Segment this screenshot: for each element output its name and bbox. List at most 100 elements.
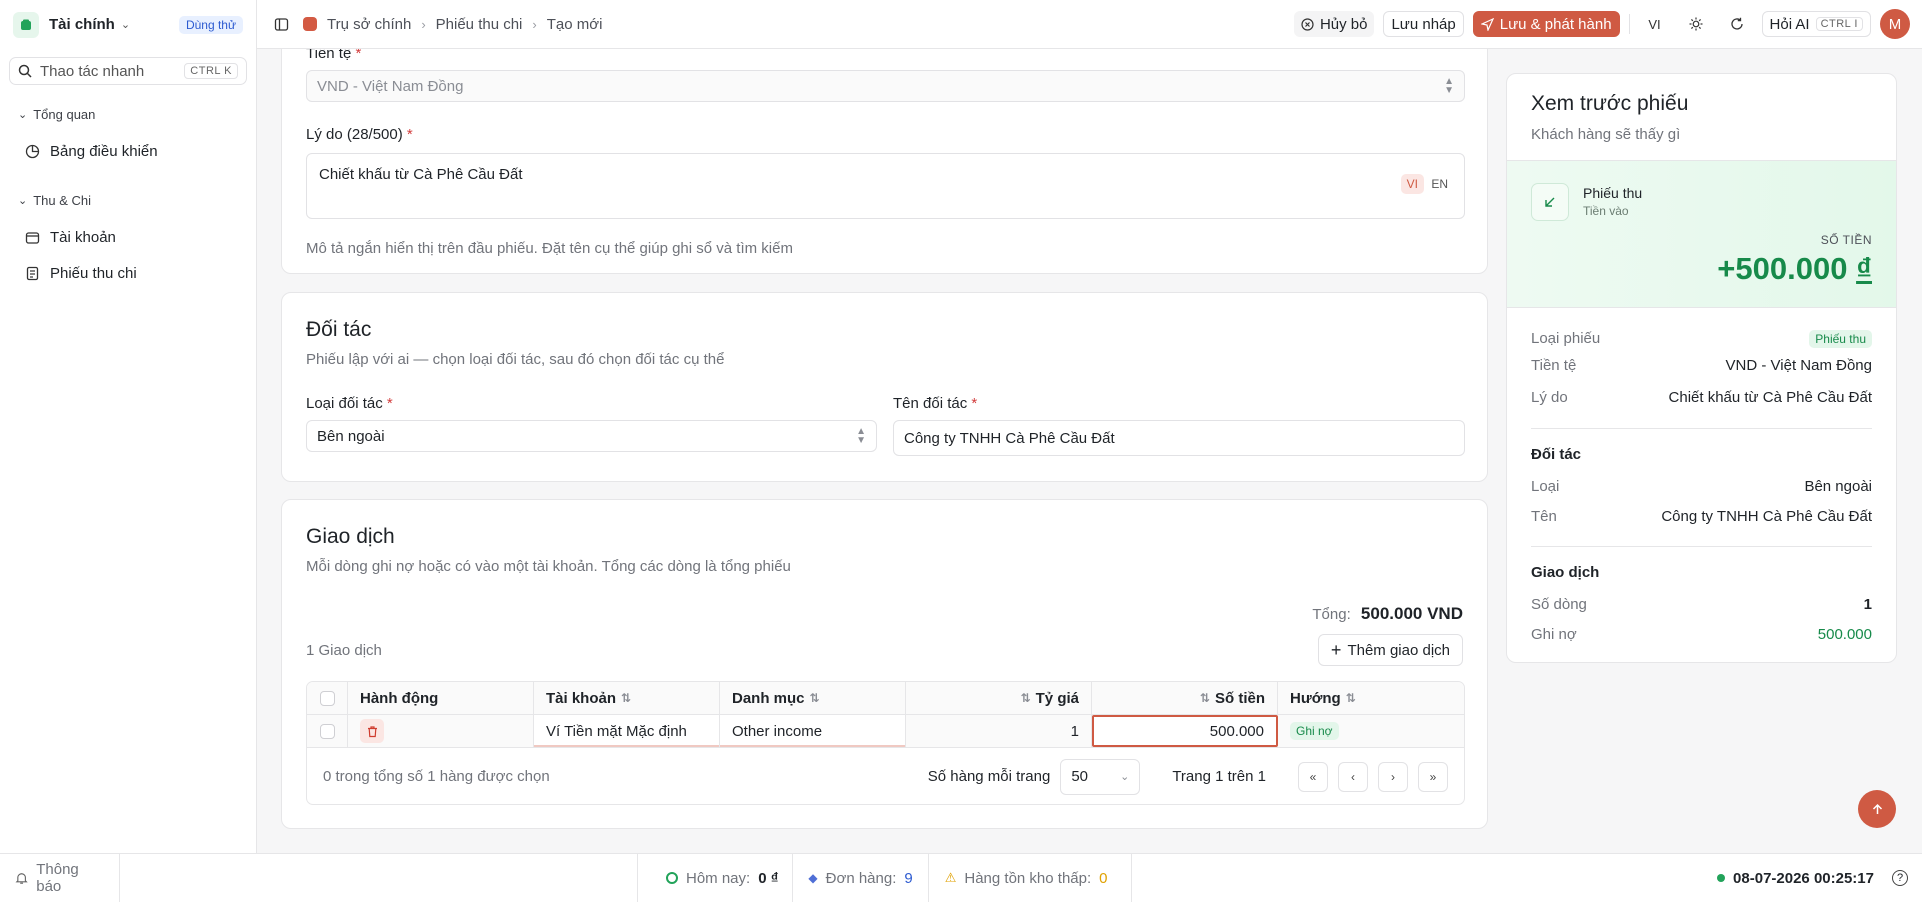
row-direction-cell[interactable]: Ghi nợ: [1278, 715, 1464, 747]
add-transaction-button[interactable]: + Thêm giao dịch: [1317, 634, 1463, 666]
breadcrumb-item-branch[interactable]: Trụ sở chính: [327, 16, 411, 33]
select-all-cell: [307, 682, 348, 714]
breadcrumb: Trụ sở chính › Phiếu thu chi › Tạo mới: [303, 16, 602, 33]
col-amount[interactable]: ⇅ Số tiền: [1092, 682, 1278, 714]
sidebar-group-toggle-overview[interactable]: ⌄ Tổng quan: [0, 103, 256, 125]
divider: [1628, 14, 1630, 34]
ask-ai-shortcut: CTRL I: [1815, 17, 1863, 31]
row-amount-input[interactable]: 500.000: [1092, 715, 1278, 747]
search-icon: [18, 64, 32, 78]
sort-icon: ⇅: [809, 691, 820, 705]
warning-icon: ⚠: [944, 870, 957, 885]
delete-row-button[interactable]: [360, 719, 384, 743]
preview-row-debit: Ghi nợ 500.000: [1531, 626, 1872, 643]
publish-button[interactable]: Lưu & phát hành: [1472, 11, 1620, 37]
breadcrumb-item-vouchers[interactable]: Phiếu thu chi: [436, 16, 523, 33]
ask-ai-label: Hỏi AI: [1769, 15, 1810, 33]
notifications-label: Thông báo: [36, 861, 79, 895]
publish-label: Lưu & phát hành: [1499, 15, 1612, 33]
preview-tx-section: Giao dịch: [1531, 564, 1600, 581]
partner-title: Đối tác: [306, 318, 372, 341]
quick-action-shortcut: CTRL K: [184, 63, 238, 79]
transactions-title: Giao dịch: [306, 525, 395, 548]
main-content: Tiền tệ * VND - Việt Nam Đồng ▲ ▼ Lý do (…: [257, 49, 1497, 853]
table-footer: 0 trong tổng số 1 hàng được chọn Số hàng…: [307, 748, 1464, 804]
col-rate[interactable]: ⇅ Tỷ giá: [906, 682, 1092, 714]
col-account[interactable]: Tài khoản ⇅: [534, 682, 720, 714]
ask-ai-button[interactable]: Hỏi AI CTRL I: [1761, 11, 1871, 37]
sidebar-group-title: Tổng quan: [33, 106, 96, 122]
sidebar-item-label: Tài khoản: [50, 228, 116, 246]
lang-toggle-vi[interactable]: VI: [1400, 174, 1424, 194]
save-draft-button[interactable]: Lưu nháp: [1383, 11, 1464, 37]
col-category[interactable]: Danh mục ⇅: [720, 682, 906, 714]
transactions-card: Giao dịch Mỗi dòng ghi nợ hoặc có vào mộ…: [281, 499, 1488, 829]
chevron-updown-icon: ▲ ▼: [1444, 76, 1454, 96]
sidebar-toggle-icon[interactable]: [274, 17, 289, 32]
amount-label: SỐ TIỀN: [1820, 233, 1872, 247]
col-action: Hành động: [348, 682, 534, 714]
row-checkbox[interactable]: [319, 723, 335, 739]
cancel-button[interactable]: Hủy bỏ: [1293, 11, 1375, 37]
partner-name-input[interactable]: Công ty TNHH Cà Phê Cầu Đất: [893, 420, 1465, 456]
sidebar-group-income-expense: ⌄ Thu & Chi Tài khoản Phiếu thu chi: [0, 189, 256, 291]
basket-icon: ◆: [808, 871, 818, 885]
avatar[interactable]: M: [1880, 9, 1910, 39]
help-icon[interactable]: ?: [1892, 870, 1908, 886]
topbar-actions: Hủy bỏ Lưu nháp Lưu & phát hành VI Hỏi A…: [1293, 9, 1910, 39]
general-info-card: Tiền tệ * VND - Việt Nam Đồng ▲ ▼ Lý do (…: [281, 49, 1488, 274]
datetime: 08-07-2026 00:25:17: [1733, 869, 1874, 887]
first-page-button[interactable]: «: [1298, 761, 1328, 792]
preview-row-reason: Lý do Chiết khấu từ Cà Phê Cầu Đất: [1531, 389, 1872, 406]
sun-icon[interactable]: [1680, 11, 1712, 37]
partner-card: Đối tác Phiếu lập với ai — chọn loại đối…: [281, 292, 1488, 482]
sidebar-group-overview: ⌄ Tổng quan Bảng điều khiển: [0, 103, 256, 169]
trash-icon: [367, 725, 377, 737]
sidebar-item-vouchers[interactable]: Phiếu thu chi: [0, 255, 256, 291]
today-metric: Hôm nay: 0 ₫: [638, 854, 794, 902]
last-page-button[interactable]: »: [1418, 761, 1448, 792]
arrow-down-left-icon: [1531, 183, 1569, 221]
row-account-cell[interactable]: Ví Tiền mặt Mặc định: [534, 715, 720, 747]
sidebar-item-dashboard[interactable]: Bảng điều khiển: [0, 133, 256, 169]
divider: [1531, 546, 1872, 547]
lang-toggle-en[interactable]: EN: [1425, 174, 1454, 194]
select-all-checkbox[interactable]: [319, 690, 335, 706]
bell-icon: [15, 873, 28, 884]
row-category-cell[interactable]: Other income: [720, 715, 906, 747]
topbar: Trụ sở chính › Phiếu thu chi › Tạo mới H…: [257, 0, 1922, 49]
reason-textarea[interactable]: Chiết khấu từ Cà Phê Cầu Đất VI EN: [306, 153, 1465, 219]
notifications-button[interactable]: Thông báo: [0, 854, 120, 902]
refresh-icon[interactable]: [1721, 11, 1753, 37]
currency-label: Tiền tệ *: [306, 49, 362, 62]
money-icon: [666, 872, 678, 884]
prev-page-button[interactable]: ‹: [1338, 761, 1368, 792]
reason-value: Chiết khấu từ Cà Phê Cầu Đất: [319, 166, 523, 183]
sidebar-group-toggle-income-expense[interactable]: ⌄ Thu & Chi: [0, 189, 256, 211]
sidebar-item-label: Phiếu thu chi: [50, 264, 137, 282]
selection-summary: 0 trong tổng số 1 hàng được chọn: [323, 768, 550, 785]
sort-icon: ⇅: [621, 691, 632, 705]
plus-icon: +: [1330, 640, 1342, 660]
language-switch[interactable]: VI: [1639, 11, 1671, 37]
breadcrumb-item-current: Tạo mới: [546, 15, 603, 33]
scroll-top-button[interactable]: [1858, 790, 1896, 828]
col-direction[interactable]: Hướng ⇅: [1278, 682, 1464, 714]
preview-hero: Phiếu thu Tiền vào SỐ TIỀN +500.000 ₫: [1507, 160, 1896, 308]
partner-type-select[interactable]: Bên ngoài ▲ ▼: [306, 420, 877, 452]
quick-action-search[interactable]: Thao tác nhanh CTRL K: [9, 57, 247, 85]
orders-metric: ◆ Đơn hàng: 9: [793, 854, 929, 902]
chevron-right-icon: ›: [532, 16, 537, 32]
row-action-cell: [348, 715, 534, 747]
row-rate-cell[interactable]: 1: [906, 715, 1092, 747]
currency-select[interactable]: VND - Việt Nam Đồng ▲ ▼: [306, 70, 1465, 102]
app-switcher[interactable]: Tài chính ⌄ Dùng thử: [0, 0, 256, 49]
sidebar-item-accounts[interactable]: Tài khoản: [0, 219, 256, 255]
next-page-button[interactable]: ›: [1378, 761, 1408, 792]
trial-badge: Dùng thử: [178, 15, 243, 34]
dashboard-icon: [25, 144, 40, 158]
rows-per-page-select[interactable]: 50 ⌄: [1060, 758, 1141, 795]
sort-icon: ⇅: [1345, 691, 1356, 705]
add-transaction-label: Thêm giao dịch: [1347, 641, 1450, 659]
preview-subtitle: Khách hàng sẽ thấy gì: [1531, 126, 1681, 143]
